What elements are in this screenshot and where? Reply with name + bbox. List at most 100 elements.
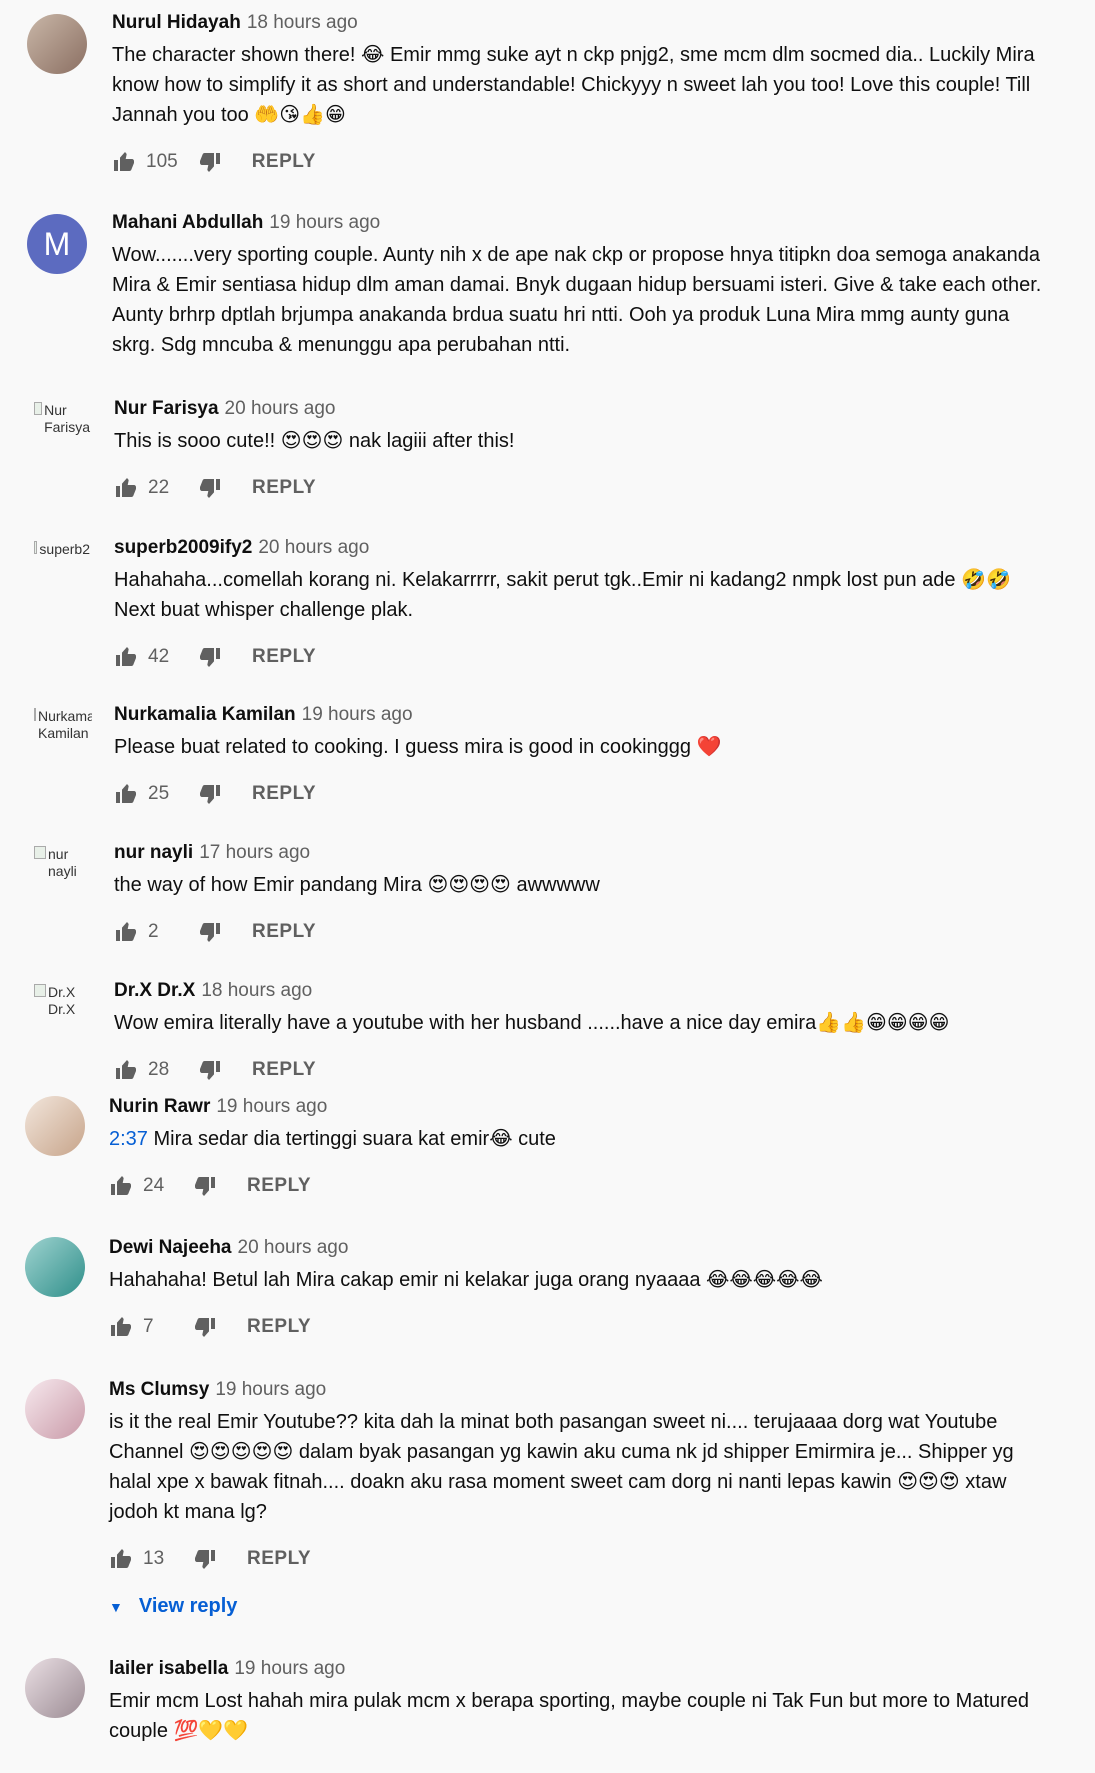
comment-time[interactable]: 18 hours ago <box>247 12 358 33</box>
reply-button[interactable]: REPLY <box>252 477 316 499</box>
avatar[interactable] <box>27 14 87 74</box>
thumb-down-icon[interactable] <box>198 645 222 669</box>
thumb-up-icon[interactable] <box>114 476 138 500</box>
thumb-up-icon[interactable] <box>109 1547 133 1571</box>
thumb-up-icon[interactable] <box>114 782 138 806</box>
author-name[interactable]: Nurkamalia Kamilan <box>114 704 296 725</box>
reply-button[interactable]: REPLY <box>247 1548 311 1570</box>
thumb-up-icon[interactable] <box>109 1174 133 1198</box>
like-count: 42 <box>148 646 170 667</box>
comment-body: Dewi Najeeha 20 hours ago Hahahaha! Betul… <box>109 1235 1055 1345</box>
comment-header: Dr.X Dr.X 18 hours ago <box>114 978 1055 1004</box>
avatar-alt-text: nur nayli <box>48 846 77 879</box>
thumb-down-icon[interactable] <box>198 476 222 500</box>
comment-actions: 105 REPLY <box>112 144 1055 180</box>
author-name[interactable]: Nurul Hidayah <box>112 12 241 33</box>
comment-header: nur nayli 17 hours ago <box>114 840 1055 866</box>
comment-body: nur nayli 17 hours ago the way of how Emi… <box>114 840 1055 950</box>
thumb-up-icon[interactable] <box>114 645 138 669</box>
author-name[interactable]: Ms Clumsy <box>109 1379 209 1400</box>
avatar-alt-text: Nur Farisya <box>44 402 90 435</box>
avatar[interactable]: M <box>27 214 87 274</box>
avatar[interactable]: Nur Farisya <box>32 400 92 460</box>
broken-image-icon <box>34 984 46 997</box>
avatar[interactable] <box>25 1379 85 1439</box>
avatar[interactable] <box>25 1237 85 1297</box>
comment-text: Emir mcm Lost hahah mira pulak mcm x ber… <box>109 1690 1030 1742</box>
like-count: 24 <box>143 1175 165 1196</box>
view-reply-button[interactable]: ▼ View reply <box>109 1595 1055 1618</box>
author-name[interactable]: Nurin Rawr <box>109 1096 210 1117</box>
author-name[interactable]: superb2009ify2 <box>114 537 252 558</box>
thumb-down-icon[interactable] <box>198 782 222 806</box>
author-name[interactable]: Dewi Najeeha <box>109 1237 232 1258</box>
reply-button[interactable]: REPLY <box>247 1316 311 1338</box>
comment-body: superb2009ify2 20 hours ago Hahahaha...co… <box>114 535 1055 675</box>
author-name[interactable]: nur nayli <box>114 842 193 863</box>
reply-button[interactable]: REPLY <box>252 1059 316 1081</box>
comment-actions: 25 REPLY <box>114 776 1055 812</box>
comment-body: Nurin Rawr 19 hours ago 2:37 Mira sedar d… <box>109 1094 1055 1204</box>
thumb-down-icon[interactable] <box>193 1315 217 1339</box>
reply-button[interactable]: REPLY <box>252 151 316 173</box>
comment-actions: 24 REPLY <box>109 1168 1055 1204</box>
comment-text-body: Mira sedar dia tertinggi suara kat emir😂… <box>147 1128 556 1150</box>
like-count: 25 <box>148 783 170 804</box>
thumb-down-icon[interactable] <box>198 150 222 174</box>
comment-header: Nur Farisya 20 hours ago <box>114 396 1055 422</box>
author-name[interactable]: lailer isabella <box>109 1658 228 1679</box>
comment-header: Mahani Abdullah 19 hours ago <box>112 210 1055 236</box>
thumb-up-icon[interactable] <box>114 1058 138 1082</box>
view-reply-label: View reply <box>138 1595 238 1617</box>
like-count: 22 <box>148 477 170 498</box>
like-count: 13 <box>143 1548 165 1569</box>
comment-header: Dewi Najeeha 20 hours ago <box>109 1235 1055 1261</box>
thumb-down-icon[interactable] <box>198 920 222 944</box>
avatar[interactable] <box>25 1658 85 1718</box>
reply-button[interactable]: REPLY <box>252 921 316 943</box>
avatar[interactable]: Nurkamalia Kamilan <box>32 706 92 766</box>
avatar-alt-text: superb2 <box>39 541 90 557</box>
comment-time[interactable]: 19 hours ago <box>215 1379 326 1400</box>
thumb-down-icon[interactable] <box>193 1174 217 1198</box>
comment-time[interactable]: 20 hours ago <box>238 1237 349 1258</box>
reply-button[interactable]: REPLY <box>252 783 316 805</box>
timestamp-link[interactable]: 2:37 <box>109 1128 148 1150</box>
comment-header: superb2009ify2 20 hours ago <box>114 535 1055 561</box>
reply-button[interactable]: REPLY <box>247 1175 311 1197</box>
comment-time[interactable]: 20 hours ago <box>225 398 336 419</box>
comment-text: This is sooo cute!! 😍😍😍 nak lagiii after… <box>114 430 515 452</box>
thumb-up-icon[interactable] <box>109 1315 133 1339</box>
comment-body: Nur Farisya 20 hours ago This is sooo cut… <box>114 396 1055 506</box>
comment-body: Ms Clumsy 19 hours ago is it the real Emi… <box>109 1377 1055 1618</box>
thumb-up-icon[interactable] <box>114 920 138 944</box>
comment-time[interactable]: 19 hours ago <box>234 1658 345 1679</box>
author-name[interactable]: Mahani Abdullah <box>112 212 263 233</box>
comment-time[interactable]: 19 hours ago <box>302 704 413 725</box>
like-count: 105 <box>146 151 178 172</box>
broken-image-icon <box>34 541 38 554</box>
thumb-up-icon[interactable] <box>112 150 136 174</box>
comment-time[interactable]: 19 hours ago <box>269 212 380 233</box>
author-name[interactable]: Dr.X Dr.X <box>114 980 195 1001</box>
author-name[interactable]: Nur Farisya <box>114 398 219 419</box>
comment-header: Nurul Hidayah 18 hours ago <box>112 10 1055 36</box>
comment-time[interactable]: 19 hours ago <box>216 1096 327 1117</box>
comment-actions: 42 REPLY <box>114 639 1055 675</box>
avatar[interactable] <box>25 1096 85 1156</box>
comment-time[interactable]: 20 hours ago <box>258 537 369 558</box>
thumb-down-icon[interactable] <box>198 1058 222 1082</box>
avatar[interactable]: superb2 <box>32 539 92 599</box>
comment-time[interactable]: 18 hours ago <box>201 980 312 1001</box>
broken-image-icon <box>34 708 36 721</box>
avatar[interactable]: nur nayli <box>32 844 92 904</box>
reply-button[interactable]: REPLY <box>252 646 316 668</box>
comment-actions: 28 REPLY <box>114 1052 1055 1088</box>
comment-time[interactable]: 17 hours ago <box>199 842 310 863</box>
comment-body: Mahani Abdullah 19 hours ago Wow.......ve… <box>112 210 1055 360</box>
like-count: 28 <box>148 1059 170 1080</box>
comment-actions: 2 REPLY <box>114 914 1055 950</box>
thumb-down-icon[interactable] <box>193 1547 217 1571</box>
comment-text: The character shown there! 😂 Emir mmg su… <box>112 44 1035 126</box>
avatar[interactable]: Dr.X Dr.X <box>32 982 92 1042</box>
